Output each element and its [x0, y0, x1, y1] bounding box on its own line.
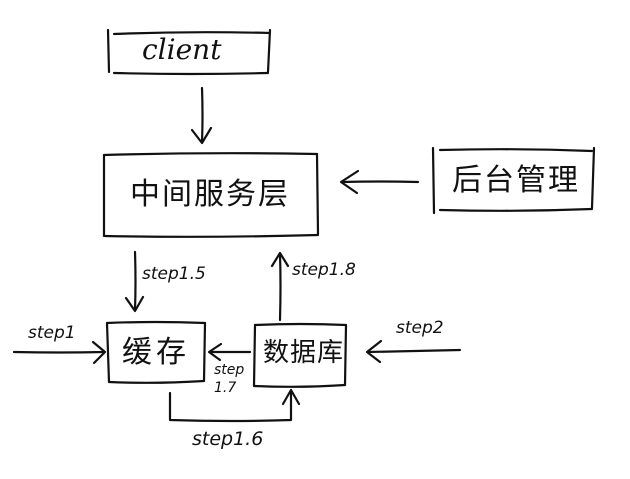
step1-arrow: [12, 340, 107, 365]
client-label: client: [142, 33, 222, 66]
step1-5-arrow: [124, 250, 145, 313]
step1-8-label: step1.8: [292, 260, 356, 280]
step1-7-label: step 1.7: [214, 362, 245, 396]
step1-6-label: step1.6: [192, 428, 264, 450]
cache-label: 缓存: [122, 335, 190, 370]
step1-5-label: step1.5: [142, 264, 206, 284]
middleware-label: 中间服务层: [130, 177, 290, 212]
client-to-middleware-arrow: [190, 86, 213, 145]
step1-8-arrow: [270, 251, 290, 322]
diagram-strokes: [12, 28, 596, 423]
admin-to-middleware-arrow: [339, 169, 420, 195]
step1-label: step1: [28, 323, 76, 343]
step1-7-arrow: [207, 342, 252, 362]
database-label: 数据库: [263, 338, 345, 368]
architecture-diagram: client 中间服务层 后台管理 缓存 数据库 step1 step1.5 s…: [0, 0, 630, 479]
backend-admin-label: 后台管理: [452, 163, 580, 198]
step2-arrow: [365, 339, 462, 364]
step2-label: step2: [396, 318, 444, 338]
